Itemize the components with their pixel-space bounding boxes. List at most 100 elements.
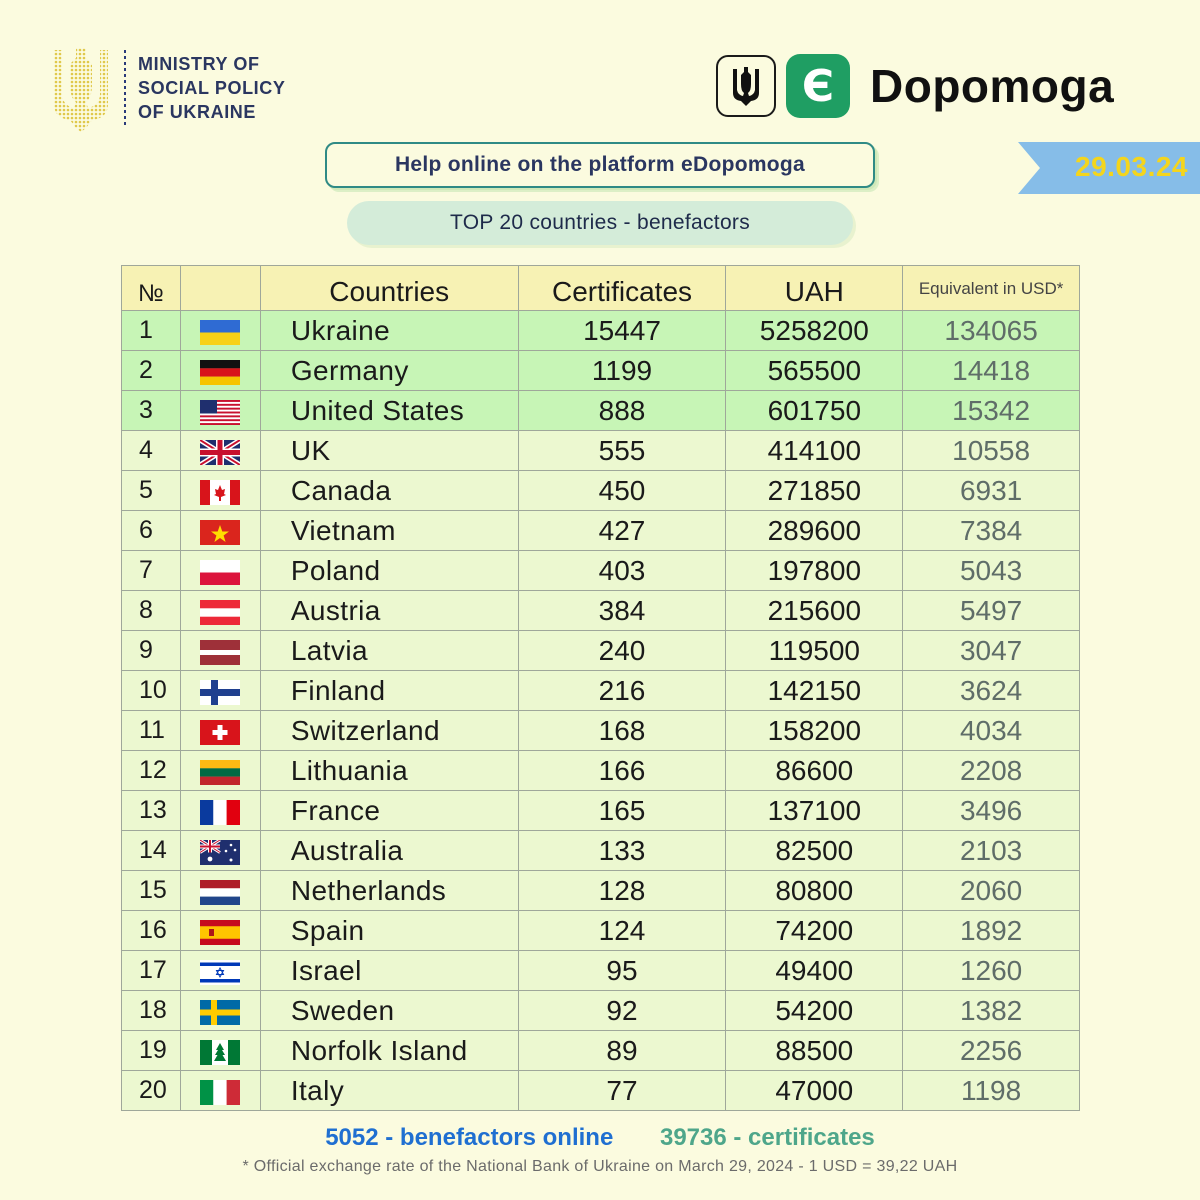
certificates-cell: 450 (517, 470, 727, 511)
certificates-cell: 427 (517, 510, 727, 551)
flag-cell (179, 430, 261, 471)
rank-cell: 5 (121, 470, 181, 511)
germany-flag-icon (200, 359, 241, 385)
uah-cell: 119500 (725, 630, 904, 671)
table-row: 14 Australia 133 82500 2103 (121, 830, 1080, 871)
certificates-cell: 92 (517, 990, 727, 1031)
usd-cell: 2103 (902, 830, 1080, 871)
flag-cell (179, 350, 261, 391)
certificates-cell: 1199 (517, 350, 727, 391)
header-certificates: Certificates (517, 265, 727, 311)
usd-cell: 14418 (902, 350, 1080, 391)
usd-cell: 2208 (902, 750, 1080, 791)
table-title: TOP 20 countries - benefactors (347, 201, 853, 245)
ministry-name: MINISTRY OF SOCIAL POLICY OF UKRAINE (138, 52, 286, 124)
lithuania-flag-icon (200, 759, 241, 785)
ministry-line-2: SOCIAL POLICY (138, 78, 286, 98)
flag-cell (179, 590, 261, 631)
table-row: 1 Ukraine 15447 5258200 134065 (121, 310, 1080, 351)
uah-cell: 158200 (725, 710, 904, 751)
rank-cell: 3 (121, 390, 181, 431)
certificates-cell: 77 (517, 1070, 727, 1111)
footer-summary: 5052 - benefactors online 39736 - certif… (0, 1124, 1200, 1152)
country-cell: Latvia (259, 630, 519, 671)
country-cell: Switzerland (259, 710, 519, 751)
uah-cell: 74200 (725, 910, 904, 951)
table-row: 3 United States 888 601750 15342 (121, 390, 1080, 431)
usd-cell: 3624 (902, 670, 1080, 711)
usd-cell: 134065 (902, 310, 1080, 351)
certificates-cell: 15447 (517, 310, 727, 351)
country-cell: Vietnam (259, 510, 519, 551)
benefactors-online-count: 5052 - benefactors online (325, 1124, 614, 1151)
table-row: 6 Vietnam 427 289600 7384 (121, 510, 1080, 551)
country-cell: UK (259, 430, 519, 471)
flag-cell (179, 630, 261, 671)
country-cell: Netherlands (259, 870, 519, 911)
country-cell: Norfolk Island (259, 1030, 519, 1071)
header-flag (179, 265, 261, 311)
uah-cell: 82500 (725, 830, 904, 871)
trident-icon (54, 48, 108, 132)
usd-cell: 5043 (902, 550, 1080, 591)
flag-cell (179, 990, 261, 1031)
country-cell: France (259, 790, 519, 831)
uah-cell: 49400 (725, 950, 904, 991)
usd-cell: 7384 (902, 510, 1080, 551)
usa-flag-icon (200, 399, 241, 425)
uah-cell: 289600 (725, 510, 904, 551)
usd-cell: 3047 (902, 630, 1080, 671)
flag-cell (179, 750, 261, 791)
uah-cell: 86600 (725, 750, 904, 791)
subtitle-banner: Help online on the platform eDopomoga (325, 142, 875, 188)
certificates-cell: 128 (517, 870, 727, 911)
certificates-cell: 216 (517, 670, 727, 711)
spain-flag-icon (200, 919, 241, 945)
table-row: 11 Switzerland 168 158200 4034 (121, 710, 1080, 751)
country-cell: Poland (259, 550, 519, 591)
country-cell: United States (259, 390, 519, 431)
table-row: 7 Poland 403 197800 5043 (121, 550, 1080, 591)
rank-cell: 16 (121, 910, 181, 951)
flag-cell (179, 790, 261, 831)
table-row: 13 France 165 137100 3496 (121, 790, 1080, 831)
canada-flag-icon (200, 479, 241, 505)
uah-cell: 142150 (725, 670, 904, 711)
table-row: 19 Norfolk Island 89 88500 2256 (121, 1030, 1080, 1071)
ministry-line-3: OF UKRAINE (138, 102, 256, 122)
flag-cell (179, 670, 261, 711)
flag-cell (179, 710, 261, 751)
table-row: 16 Spain 124 74200 1892 (121, 910, 1080, 951)
rank-cell: 2 (121, 350, 181, 391)
country-cell: Sweden (259, 990, 519, 1031)
finland-flag-icon (200, 679, 241, 705)
uah-cell: 54200 (725, 990, 904, 1031)
country-cell: Australia (259, 830, 519, 871)
uah-cell: 88500 (725, 1030, 904, 1071)
header-countries: Countries (259, 265, 519, 311)
usd-cell: 1892 (902, 910, 1080, 951)
sweden-flag-icon (200, 999, 241, 1025)
rank-cell: 11 (121, 710, 181, 751)
date-ribbon: 29.03.24 (1018, 142, 1200, 194)
certificates-cell: 165 (517, 790, 727, 831)
uah-cell: 5258200 (725, 310, 904, 351)
country-cell: Lithuania (259, 750, 519, 791)
ministry-logo: MINISTRY OF SOCIAL POLICY OF UKRAINE (50, 44, 286, 132)
flag-cell (179, 870, 261, 911)
table-row: 5 Canada 450 271850 6931 (121, 470, 1080, 511)
rank-cell: 14 (121, 830, 181, 871)
exchange-rate-note: * Official exchange rate of the National… (242, 1158, 958, 1175)
rank-cell: 12 (121, 750, 181, 791)
rank-cell: 7 (121, 550, 181, 591)
usd-cell: 5497 (902, 590, 1080, 631)
switzerland-flag-icon (200, 719, 241, 745)
italy-flag-icon (200, 1079, 241, 1105)
table-row: 10 Finland 216 142150 3624 (121, 670, 1080, 711)
flag-cell (179, 310, 261, 351)
table-row: 2 Germany 1199 565500 14418 (121, 350, 1080, 391)
australia-flag-icon (200, 839, 241, 865)
israel-flag-icon (200, 959, 241, 985)
flag-cell (179, 510, 261, 551)
certificates-cell: 133 (517, 830, 727, 871)
